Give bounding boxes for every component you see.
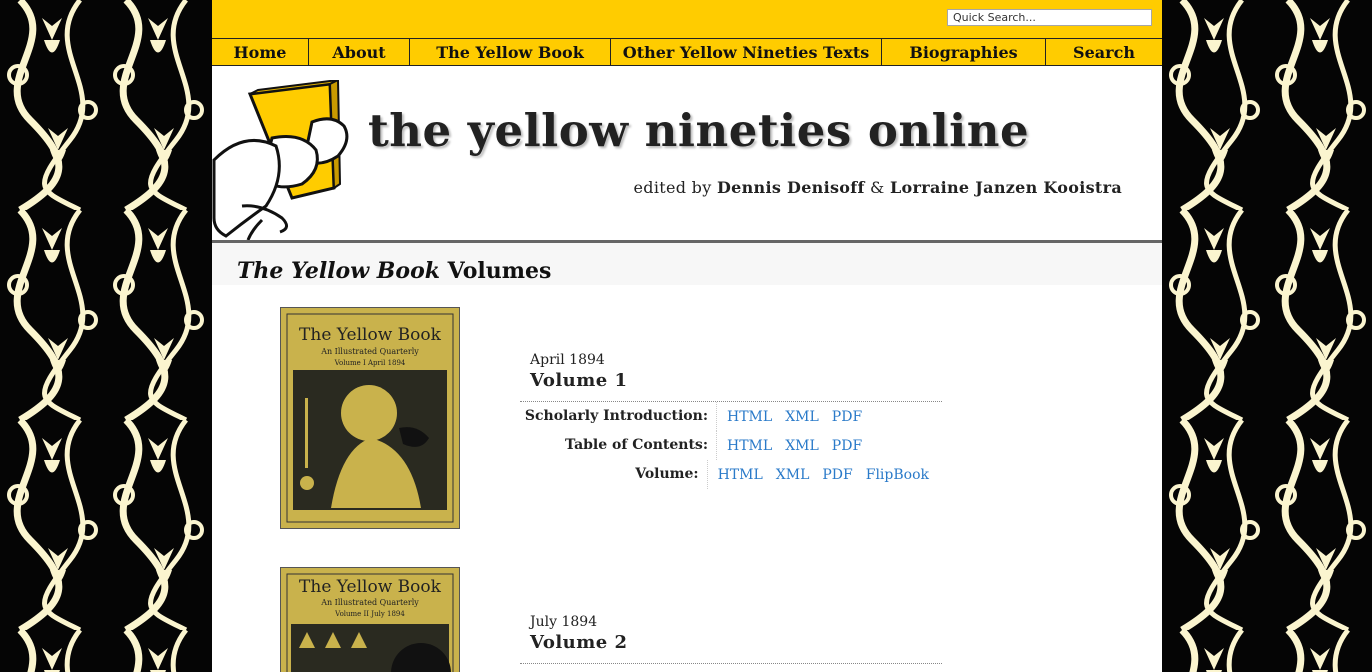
link-xml[interactable]: XML — [785, 409, 819, 425]
row-label: Table of Contents: — [520, 431, 717, 460]
page-container: Home About The Yellow Book Other Yellow … — [212, 0, 1162, 672]
volume-links-table — [520, 663, 942, 664]
nav-other-texts[interactable]: Other Yellow Nineties Texts — [611, 39, 882, 65]
volume-info: April 1894 Volume 1 — [530, 352, 628, 391]
cover-subtitle-text: An Illustrated Quarterly — [320, 598, 419, 607]
cover-subtitle-text: An Illustrated Quarterly — [320, 347, 419, 356]
nav-home[interactable]: Home — [212, 39, 309, 65]
row-links: HTML XML PDF FlipBook — [708, 467, 942, 483]
link-html[interactable]: HTML — [727, 409, 772, 425]
masthead: the yellow nineties online edited by Den… — [212, 66, 1162, 243]
volume-info: July 1894 Volume 2 — [530, 614, 628, 653]
page-title: The Yellow Book Volumes — [237, 258, 551, 284]
top-bar — [212, 0, 1162, 38]
table-row: Scholarly Introduction: HTML XML PDF — [520, 402, 942, 431]
link-pdf[interactable]: PDF — [832, 438, 862, 454]
link-pdf[interactable]: PDF — [832, 409, 862, 425]
quick-search-input[interactable] — [947, 9, 1152, 26]
volume-cover-image[interactable]: The Yellow Book An Illustrated Quarterly… — [280, 567, 460, 672]
table-row: Volume: HTML XML PDF FlipBook — [520, 460, 942, 489]
page-title-italic: The Yellow Book — [237, 258, 440, 284]
volume-title[interactable]: Volume 2 — [530, 632, 628, 653]
nav-about[interactable]: About — [309, 39, 410, 65]
site-logo[interactable] — [212, 78, 362, 244]
row-label: Volume: — [520, 460, 708, 489]
row-label: Scholarly Introduction: — [520, 402, 717, 431]
editor-name: Dennis Denisoff — [716, 178, 865, 197]
cover-volume-text: Volume I April 1894 — [334, 359, 406, 367]
section-header: The Yellow Book Volumes — [212, 243, 1162, 285]
link-html[interactable]: HTML — [718, 467, 763, 483]
volume-title[interactable]: Volume 1 — [530, 370, 628, 391]
editors-prefix: edited by — [633, 178, 712, 197]
link-pdf[interactable]: PDF — [822, 467, 852, 483]
volume-date: April 1894 — [530, 352, 605, 368]
cover-title-text: The Yellow Book — [299, 325, 442, 345]
row-links: HTML XML PDF — [717, 409, 875, 425]
site-title: the yellow nineties online — [368, 104, 1030, 157]
decorative-pattern-left — [0, 0, 212, 672]
page-title-rest: Volumes — [447, 258, 552, 284]
nav-yellow-book[interactable]: The Yellow Book — [410, 39, 611, 65]
cover-volume-text: Volume II July 1894 — [334, 610, 405, 618]
nav-biographies[interactable]: Biographies — [882, 39, 1046, 65]
row-links: HTML XML PDF — [717, 438, 875, 454]
editors-amp: & — [870, 178, 885, 197]
decorative-pattern-right — [1162, 0, 1372, 672]
editors-line: edited by Dennis Denisoff & Lorraine Jan… — [634, 178, 1122, 197]
volume-date: July 1894 — [530, 614, 598, 630]
main-navigation: Home About The Yellow Book Other Yellow … — [212, 38, 1162, 66]
link-xml[interactable]: XML — [785, 438, 819, 454]
link-flipbook[interactable]: FlipBook — [866, 467, 929, 483]
volume-cover-image[interactable]: The Yellow Book An Illustrated Quarterly… — [280, 307, 460, 529]
nav-search[interactable]: Search — [1046, 39, 1162, 65]
volume-links-table: Scholarly Introduction: HTML XML PDF Tab… — [520, 401, 942, 489]
editor-name: Lorraine Janzen Kooistra — [889, 178, 1122, 197]
link-xml[interactable]: XML — [776, 467, 810, 483]
table-row: Table of Contents: HTML XML PDF — [520, 431, 942, 460]
cover-title-text: The Yellow Book — [299, 577, 442, 597]
link-html[interactable]: HTML — [727, 438, 772, 454]
